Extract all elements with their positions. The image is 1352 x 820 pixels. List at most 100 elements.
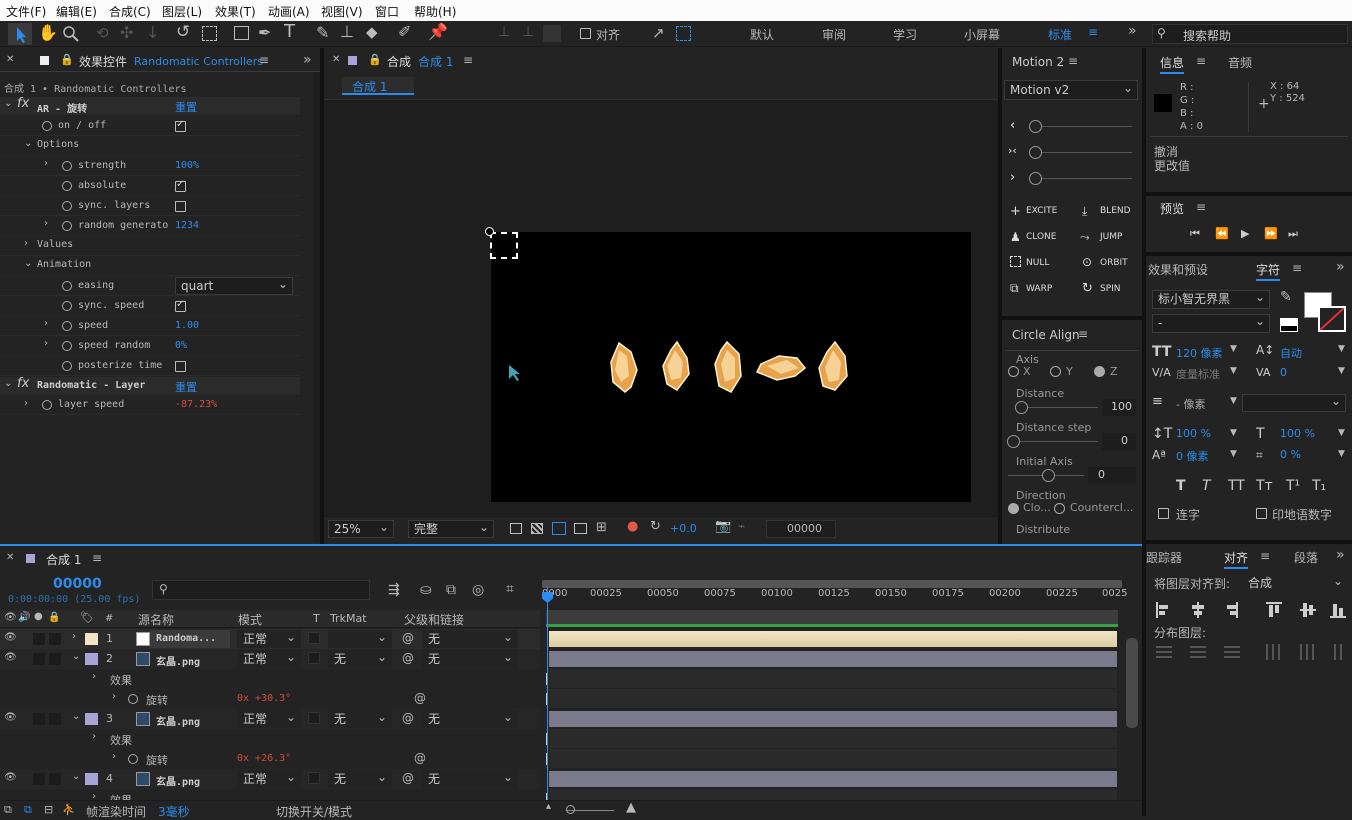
fx-param-value[interactable]: 1.00 (175, 320, 199, 331)
menu-edit[interactable]: 编辑(E) (56, 3, 97, 20)
blend-mode-dropdown[interactable]: 正常 (237, 649, 301, 668)
fx-param-value[interactable]: 0% (175, 340, 187, 351)
menu-layer[interactable]: 图层(L) (162, 3, 202, 20)
expand-arrow-icon[interactable]: › (72, 631, 76, 642)
timeline-timecode[interactable]: 00000 (53, 576, 102, 592)
ligatures-checkbox[interactable] (1158, 508, 1169, 519)
dropdown-arrow-icon[interactable]: ▼ (1338, 344, 1345, 354)
work-area-bar[interactable] (542, 580, 1122, 588)
type-tool-icon[interactable]: T (284, 21, 295, 42)
fx-param-value[interactable]: 1234 (175, 220, 199, 231)
axis-x-radio[interactable] (1008, 366, 1019, 377)
transparency-grid-icon[interactable] (531, 523, 543, 534)
font-family-dropdown[interactable]: 标小智无界黑 (1152, 289, 1270, 309)
stopwatch-icon[interactable] (128, 754, 138, 764)
lock-toggle[interactable] (49, 633, 61, 645)
faux-bold-button[interactable]: T (1176, 478, 1186, 494)
rectangle-tool-icon[interactable] (234, 26, 249, 40)
visibility-eye-icon[interactable]: 👁 (4, 712, 17, 723)
lock-icon[interactable]: 🔒 (60, 53, 74, 66)
workspace-default[interactable]: 默认 (750, 26, 774, 43)
spin-button[interactable]: SPIN (1100, 284, 1121, 294)
blend-button[interactable]: BLEND (1100, 206, 1131, 216)
layer-name[interactable]: Randoma... (156, 633, 216, 644)
expand-arrow-icon[interactable]: › (92, 671, 96, 682)
fx1-reset[interactable]: 重置 (175, 99, 197, 115)
in-out-icon[interactable]: ⊟ (44, 803, 53, 816)
expand-arrow-icon[interactable]: › (44, 218, 48, 229)
effect-controls-title[interactable]: 效果控件 (79, 53, 127, 70)
pick-whip-icon[interactable]: @ (402, 651, 414, 665)
paragraph-tab[interactable]: 段落 (1294, 549, 1318, 566)
comp-canvas[interactable] (491, 232, 971, 502)
rotation-value[interactable]: 0x +30.3° (237, 693, 291, 704)
stopwatch-icon[interactable] (62, 341, 72, 351)
zoom-in-icon[interactable]: ▲ (626, 800, 636, 815)
puppet-tool-icon[interactable]: 📌 (428, 22, 448, 41)
transfer-controls-icon[interactable]: ⧉ (24, 803, 32, 817)
layer-duration-bar[interactable] (549, 651, 1117, 667)
menu-view[interactable]: 视图(V) (321, 3, 363, 20)
stroke-color-swatch[interactable] (1318, 306, 1346, 332)
exposure-value[interactable]: +0.0 (670, 522, 697, 535)
panel-close-icon[interactable]: ✕ (332, 54, 340, 65)
workspace-menu-icon[interactable]: ≡ (1088, 25, 1098, 39)
layer-switches-icon[interactable]: ⧉ (4, 803, 12, 817)
layer-search-input[interactable]: ⚲ (152, 580, 370, 600)
current-time-field[interactable]: 00000 (766, 520, 836, 538)
clone-stamp-tool-icon[interactable]: ⊥ (340, 22, 354, 41)
orbit-camera-icon[interactable]: ⟲ (96, 24, 109, 42)
pen-tool-icon[interactable]: ✒ (258, 23, 271, 42)
timeline-title[interactable]: 合成 1 (46, 551, 81, 568)
null-button[interactable]: NULL (1026, 258, 1049, 268)
fx-param-checkbox[interactable] (175, 179, 186, 192)
preserve-transparency-toggle[interactable] (308, 652, 320, 664)
lock-toggle[interactable] (49, 713, 61, 725)
layer-label-color[interactable] (85, 773, 98, 785)
dropdown-arrow-icon[interactable]: ▼ (1338, 428, 1345, 438)
dropdown-arrow-icon[interactable]: ▼ (1338, 366, 1345, 376)
expand-arrow-icon[interactable]: › (44, 338, 48, 349)
effects-group-row[interactable]: › 效果 (0, 669, 540, 689)
tsume-value[interactable]: 0 % (1280, 448, 1301, 461)
layer-row[interactable]: 👁 ⌄ 3 玄晶.png 正常 无 @ 无 (0, 709, 540, 729)
all-caps-button[interactable]: TT (1228, 478, 1245, 494)
toggle-switches-modes[interactable]: 切换开关/模式 (276, 803, 352, 820)
dropdown-arrow-icon[interactable]: ▼ (1230, 396, 1237, 406)
eyedropper-icon[interactable]: ✎ (1280, 289, 1292, 305)
menu-file[interactable]: 文件(F) (6, 3, 46, 20)
rotation-property-row[interactable]: › 旋转 0x +30.3° @ (0, 689, 540, 709)
dropdown-arrow-icon[interactable]: ▼ (1230, 449, 1237, 459)
workspace-review[interactable]: 审阅 (822, 26, 846, 43)
effects-group-row[interactable]: › 效果 (0, 729, 540, 749)
layer-label-color[interactable] (85, 633, 98, 645)
resolution-dropdown[interactable]: 完整 (408, 519, 494, 538)
stopwatch-icon[interactable] (42, 121, 52, 131)
ease-both-track[interactable] (1032, 152, 1132, 153)
layer-name[interactable]: 玄晶.png (156, 773, 200, 788)
direction-clockwise-radio[interactable] (1008, 503, 1019, 514)
shy-layers-icon[interactable]: ⛀ (420, 582, 432, 598)
distance-step-slider[interactable] (1007, 435, 1020, 448)
first-frame-icon[interactable]: ⏮ (1190, 227, 1200, 241)
pan-camera-icon[interactable]: ✣ (120, 23, 133, 42)
time-ruler[interactable]: 0000 00025 00050 00075 00100 00125 00150… (542, 588, 1127, 610)
comp-tab[interactable]: 合成 1 (342, 77, 414, 95)
align-to-dropdown[interactable]: 合成 (1242, 573, 1348, 592)
lock-column-icon[interactable]: 🔒 (48, 612, 60, 623)
fx-param-checkbox[interactable] (175, 299, 186, 312)
pick-whip-icon[interactable]: @ (402, 771, 414, 785)
layer-name[interactable]: 玄晶.png (156, 653, 200, 668)
hand-tool-icon[interactable]: ✋ (38, 23, 58, 42)
t-header[interactable]: T (313, 612, 320, 625)
parent-dropdown[interactable]: 无 (422, 709, 518, 728)
channel-icon[interactable]: ● (627, 519, 638, 534)
panel-menu-icon[interactable]: ≡ (1260, 549, 1270, 563)
visibility-eye-icon[interactable]: 👁 (4, 652, 17, 663)
align-tab[interactable]: 对齐 (1224, 549, 1249, 569)
circle-align-title[interactable]: Circle Align (1012, 328, 1080, 342)
dropdown-arrow-icon[interactable]: ▼ (1338, 449, 1345, 459)
panel-menu-icon[interactable]: ≡ (1292, 261, 1302, 275)
snapshot-icon[interactable]: 📷 (715, 519, 731, 534)
panel-menu-icon[interactable]: ≡ (259, 53, 269, 67)
